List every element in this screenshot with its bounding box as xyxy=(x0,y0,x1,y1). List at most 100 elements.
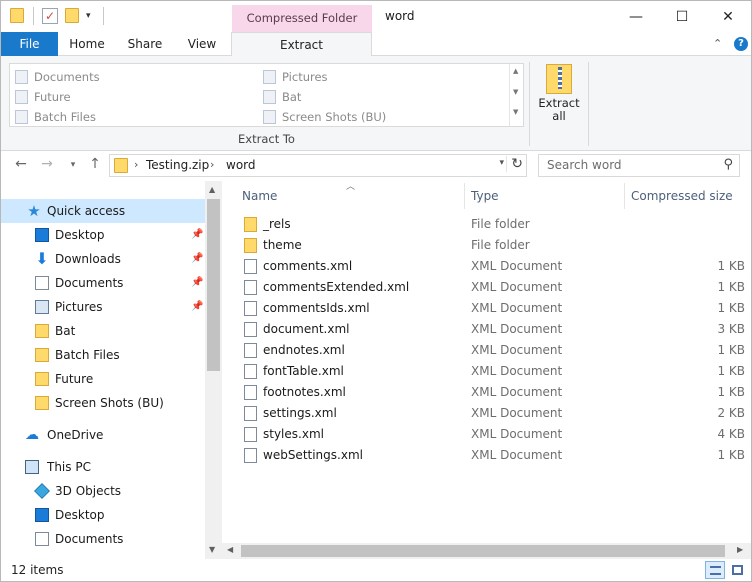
pin-icon[interactable]: 📌 xyxy=(191,223,203,247)
tab-home[interactable]: Home xyxy=(63,32,111,56)
large-icons-view-button[interactable] xyxy=(728,561,748,579)
chevron-down-icon[interactable]: ▾ xyxy=(499,158,504,168)
navigation-pane: ★ Quick access Desktop 📌 ⬇ Downloads 📌 D… xyxy=(1,181,222,559)
scroll-thumb[interactable] xyxy=(207,199,220,371)
nav-item-batch-files[interactable]: Batch Files xyxy=(1,343,205,367)
nav-item-downloads[interactable]: ⬇ Downloads 📌 xyxy=(1,247,205,271)
navigation-bar: ← → ▾ ↑ › Testing.zip › word ▾ ↻ Search … xyxy=(1,151,751,181)
extract-to-bat[interactable]: Bat xyxy=(260,88,301,106)
file-row[interactable]: theme File folder xyxy=(222,235,751,256)
file-row[interactable]: webSettings.xml XML Document 1 KB xyxy=(222,445,751,466)
list-horizontal-scrollbar[interactable]: ◀ ▶ xyxy=(222,543,751,559)
ribbon-tabs: File Home Share View Extract ⌃ xyxy=(1,32,751,57)
pictures-icon xyxy=(263,70,276,84)
details-view-button[interactable] xyxy=(705,561,725,579)
extract-to-screen-shots[interactable]: Screen Shots (BU) xyxy=(260,108,386,126)
file-row[interactable]: document.xml XML Document 3 KB xyxy=(222,319,751,340)
extract-to-pictures[interactable]: Pictures xyxy=(260,68,328,86)
chevron-right-icon[interactable]: ▶ xyxy=(737,545,743,554)
nav-item-screen-shots[interactable]: Screen Shots (BU) xyxy=(1,391,205,415)
file-row[interactable]: styles.xml XML Document 4 KB xyxy=(222,424,751,445)
column-header-compressed-size[interactable]: Compressed size xyxy=(631,181,733,211)
close-button[interactable]: ✕ xyxy=(705,1,751,32)
nav-item-bat[interactable]: Bat xyxy=(1,319,205,343)
minimize-button[interactable]: — xyxy=(613,1,659,32)
tab-view[interactable]: View xyxy=(179,32,225,56)
tab-share[interactable]: Share xyxy=(121,32,169,56)
nav-item-documents-pc[interactable]: Documents xyxy=(1,527,205,551)
tab-extract[interactable]: Extract xyxy=(231,32,372,57)
file-row[interactable]: endnotes.xml XML Document 1 KB xyxy=(222,340,751,361)
chevron-right-icon[interactable]: › xyxy=(210,158,214,171)
nav-item-desktop[interactable]: Desktop 📌 xyxy=(1,223,205,247)
chevron-down-icon[interactable]: ▼ xyxy=(209,545,215,554)
breadcrumb-testing-zip[interactable]: Testing.zip xyxy=(146,158,209,172)
expand-gallery-icon[interactable]: ▼ xyxy=(513,108,518,116)
help-icon[interactable]: ? xyxy=(734,37,748,51)
status-bar: 12 items xyxy=(1,559,751,581)
column-divider[interactable] xyxy=(464,183,465,209)
desktop-icon xyxy=(35,228,49,242)
folder-icon xyxy=(263,110,276,124)
extract-to-documents[interactable]: Documents xyxy=(12,68,100,86)
pc-icon xyxy=(25,460,39,474)
folder-icon xyxy=(15,110,28,124)
nav-scrollbar[interactable]: ▲ ▼ xyxy=(205,181,222,559)
folder-icon xyxy=(35,348,49,362)
nav-item-pictures[interactable]: Pictures 📌 xyxy=(1,295,205,319)
up-arrow-icon[interactable]: ↑ xyxy=(85,156,105,172)
folder-icon xyxy=(35,372,49,386)
extract-to-batch-files[interactable]: Batch Files xyxy=(12,108,96,126)
nav-item-documents[interactable]: Documents 📌 xyxy=(1,271,205,295)
pin-icon[interactable]: 📌 xyxy=(191,271,203,295)
address-bar[interactable]: › Testing.zip › word ▾ ↻ xyxy=(109,154,527,177)
nav-item-3d-objects[interactable]: 3D Objects xyxy=(1,479,205,503)
refresh-icon[interactable]: ↻ xyxy=(506,156,523,172)
file-row[interactable]: settings.xml XML Document 2 KB xyxy=(222,403,751,424)
file-row[interactable]: fontTable.xml XML Document 1 KB xyxy=(222,361,751,382)
qat-dropdown-icon[interactable]: ▾ xyxy=(86,11,102,27)
chevron-up-icon[interactable]: ⌃ xyxy=(713,37,722,50)
chevron-right-icon[interactable]: › xyxy=(134,158,138,171)
extract-all-button[interactable]: Extract all xyxy=(535,62,583,132)
nav-item-this-pc[interactable]: This PC xyxy=(1,455,205,479)
pictures-icon xyxy=(35,300,49,314)
chevron-up-icon[interactable]: ▲ xyxy=(209,185,215,194)
pin-icon[interactable]: 📌 xyxy=(191,247,203,271)
file-row[interactable]: commentsIds.xml XML Document 1 KB xyxy=(222,298,751,319)
nav-item-quick-access[interactable]: ★ Quick access xyxy=(1,199,205,223)
search-box[interactable]: Search word ⚲ xyxy=(538,154,740,177)
xml-file-icon xyxy=(244,343,257,358)
title-bar: ✓ ▾ Compressed Folder Tools word — ☐ ✕ xyxy=(1,1,751,52)
gallery-scroll[interactable]: ▲ ▼ ▼ xyxy=(509,64,523,126)
nav-item-future[interactable]: Future xyxy=(1,367,205,391)
column-header-name[interactable]: Name xyxy=(242,181,277,211)
tab-file[interactable]: File xyxy=(1,32,58,56)
file-row[interactable]: footnotes.xml XML Document 1 KB xyxy=(222,382,751,403)
chevron-down-icon[interactable]: ▼ xyxy=(513,88,518,96)
file-row[interactable]: commentsExtended.xml XML Document 1 KB xyxy=(222,277,751,298)
file-row[interactable]: comments.xml XML Document 1 KB xyxy=(222,256,751,277)
recent-locations-icon[interactable]: ▾ xyxy=(63,160,83,170)
properties-icon[interactable]: ✓ xyxy=(42,8,58,24)
forward-arrow-icon[interactable]: → xyxy=(37,156,57,172)
column-divider[interactable] xyxy=(624,183,625,209)
maximize-button[interactable]: ☐ xyxy=(659,1,705,32)
chevron-left-icon[interactable]: ◀ xyxy=(227,545,233,554)
nav-item-onedrive[interactable]: ☁ OneDrive xyxy=(1,423,205,447)
scroll-thumb[interactable] xyxy=(241,545,725,557)
chevron-up-icon[interactable]: ▲ xyxy=(513,67,518,75)
search-icon[interactable]: ⚲ xyxy=(723,157,733,172)
breadcrumb-word[interactable]: word xyxy=(226,158,256,172)
search-input[interactable]: Search word xyxy=(547,158,622,172)
contextual-tab-label: Compressed Folder Tools xyxy=(232,5,372,52)
nav-item-desktop-pc[interactable]: Desktop xyxy=(1,503,205,527)
sort-ascending-icon: ︿ xyxy=(346,182,356,192)
column-header-type[interactable]: Type xyxy=(471,181,499,211)
extract-to-future[interactable]: Future xyxy=(12,88,71,106)
pin-icon[interactable]: 📌 xyxy=(191,295,203,319)
xml-file-icon xyxy=(244,280,257,295)
new-folder-icon[interactable] xyxy=(65,8,81,24)
file-row[interactable]: _rels File folder xyxy=(222,214,751,235)
back-arrow-icon[interactable]: ← xyxy=(11,156,31,172)
